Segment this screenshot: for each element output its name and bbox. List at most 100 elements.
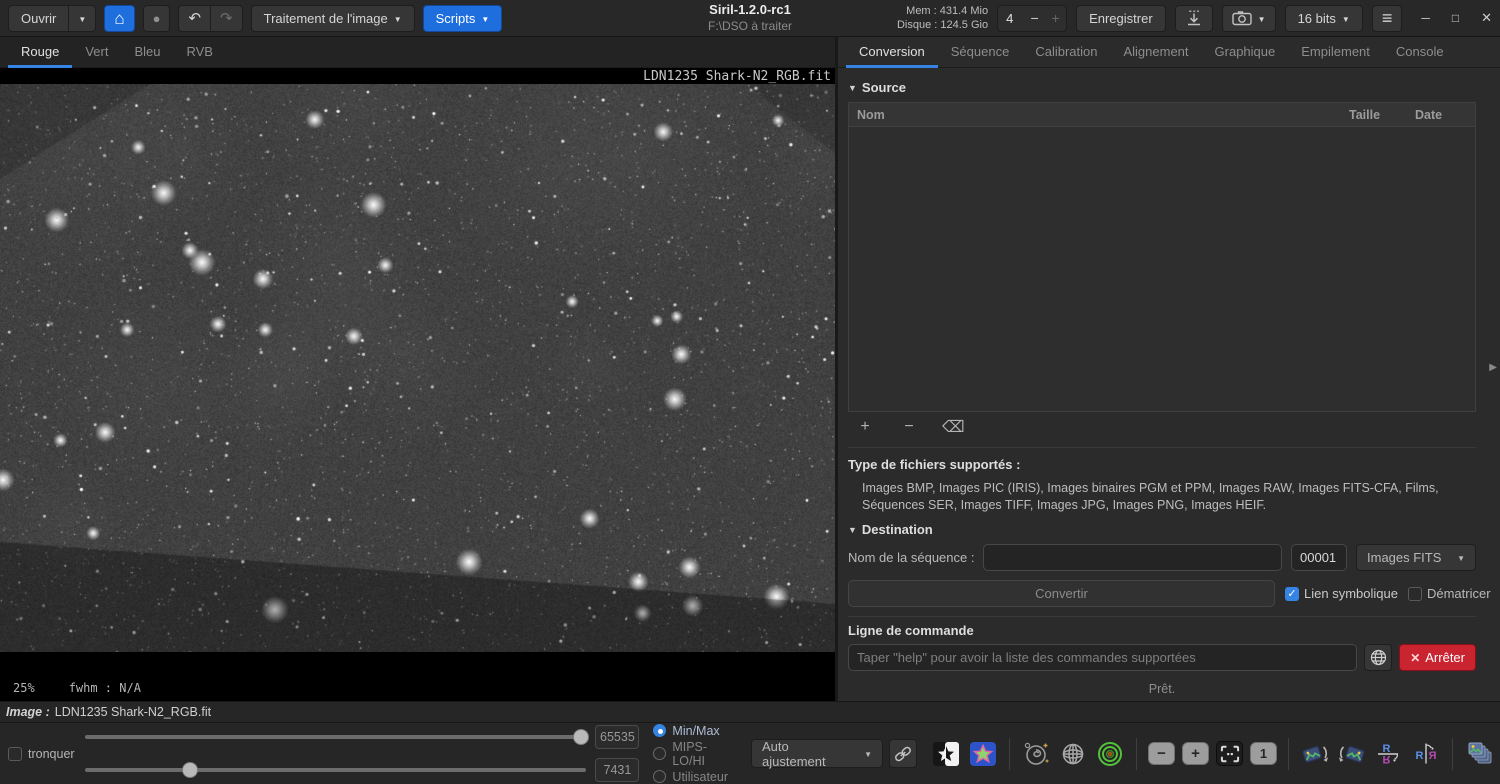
celestial-grid-button[interactable] xyxy=(1058,740,1088,768)
link-icon xyxy=(895,746,911,761)
sequence-frames-button[interactable] xyxy=(1464,740,1494,768)
sequence-name-input[interactable] xyxy=(983,544,1282,571)
zoom-1to1-button[interactable]: 1 xyxy=(1250,742,1277,765)
slider-handle[interactable] xyxy=(573,729,590,745)
photometry-button[interactable] xyxy=(1095,740,1125,768)
add-files-button[interactable]: + xyxy=(854,418,876,436)
tab-bleu[interactable]: Bleu xyxy=(121,37,173,68)
minus-icon[interactable]: − xyxy=(1024,10,1045,26)
threads-spinner[interactable]: − + xyxy=(997,4,1068,32)
stop-button[interactable]: ✕ Arrêter xyxy=(1399,644,1476,671)
column-date[interactable]: Date xyxy=(1415,108,1475,122)
panel-expand-arrow[interactable]: ▶ xyxy=(1489,362,1497,373)
svg-text:R: R xyxy=(1383,753,1391,765)
zoom-out-button[interactable]: − xyxy=(1148,742,1175,765)
low-level-slider[interactable] xyxy=(84,762,587,778)
start-index-input[interactable] xyxy=(1291,544,1347,571)
zoom-in-button[interactable]: + xyxy=(1182,742,1209,765)
tools-pane: Conversion Séquence Calibration Aligneme… xyxy=(838,37,1500,701)
truncate-checkbox[interactable]: tronquer xyxy=(8,746,75,761)
save-button[interactable]: Enregistrer xyxy=(1076,4,1166,32)
radio-minmax[interactable]: Min/Max xyxy=(653,724,739,738)
destination-expander[interactable]: ▼ Destination xyxy=(848,522,1476,537)
stretch-controls: Auto ajustement ▼ xyxy=(751,739,917,769)
output-format-dropdown[interactable]: Images FITS ▼ xyxy=(1356,544,1476,571)
tab-empilement[interactable]: Empilement xyxy=(1288,37,1383,68)
radio-utilisateur[interactable]: Utilisateur xyxy=(653,770,739,784)
negative-view-button[interactable] xyxy=(931,740,961,768)
undo-button[interactable]: ↶ xyxy=(178,4,211,32)
source-title: Source xyxy=(861,80,906,95)
starfield-image[interactable] xyxy=(0,84,835,652)
livestack-button[interactable]: ● xyxy=(142,4,171,32)
debayer-checkbox[interactable]: Dématricer xyxy=(1407,586,1491,601)
tab-sequence[interactable]: Séquence xyxy=(938,37,1023,68)
clear-list-button[interactable]: ⌫ xyxy=(942,417,965,437)
save-as-button[interactable] xyxy=(1174,4,1213,32)
chevron-down-icon: ▼ xyxy=(393,14,402,24)
home-button[interactable]: ⌂ xyxy=(104,4,135,32)
tab-console[interactable]: Console xyxy=(1383,37,1457,68)
tab-calibration[interactable]: Calibration xyxy=(1022,37,1110,68)
disk-info: Disque : 124.5 Gio xyxy=(896,19,989,31)
negative-view-icon xyxy=(933,741,959,766)
image-processing-menu[interactable]: Traitement de l'image ▼ xyxy=(250,4,415,32)
redo-button[interactable]: ↷ xyxy=(210,4,243,32)
high-level-value[interactable] xyxy=(595,725,640,749)
mirror-horizontal-button[interactable]: R R xyxy=(1411,740,1441,768)
low-level-value[interactable] xyxy=(595,758,640,782)
plus-icon[interactable]: + xyxy=(1045,10,1066,26)
header-bar: Ouvrir ▼ ⌂ ● ↶ ↷ Traitement de l'image ▼… xyxy=(0,0,1500,37)
astrometry-button[interactable] xyxy=(1021,740,1051,768)
fit-window-icon xyxy=(1220,745,1239,762)
command-input[interactable] xyxy=(848,644,1358,671)
mirror-vertical-button[interactable]: R R xyxy=(1374,740,1404,768)
file-list-body[interactable] xyxy=(849,127,1475,411)
symlink-checkbox[interactable]: ✓ Lien symbolique xyxy=(1285,586,1398,601)
symlink-label: Lien symbolique xyxy=(1304,586,1398,601)
divider xyxy=(848,447,1476,448)
bit-depth-dropdown[interactable]: 16 bits ▼ xyxy=(1284,4,1363,32)
autostretch-dropdown[interactable]: Auto ajustement ▼ xyxy=(751,739,883,769)
view-toolbar: − + 1 R R R R xyxy=(931,737,1494,770)
tab-conversion[interactable]: Conversion xyxy=(846,37,938,68)
open-button[interactable]: Ouvrir xyxy=(8,4,69,32)
snapshot-button[interactable]: ▼ xyxy=(1221,4,1276,32)
fit-to-window-button[interactable] xyxy=(1216,741,1243,766)
source-expander[interactable]: ▼ Source xyxy=(848,80,1476,95)
command-row: ✕ Arrêter xyxy=(848,644,1476,671)
tab-graphique[interactable]: Graphique xyxy=(1202,37,1289,68)
link-channels-button[interactable] xyxy=(889,739,917,768)
tab-label: Conversion xyxy=(859,43,925,59)
tab-rvb[interactable]: RVB xyxy=(173,37,226,68)
convert-button[interactable]: Convertir xyxy=(848,580,1275,607)
threads-input[interactable] xyxy=(998,10,1025,26)
radio-mips[interactable]: MIPS-LO/HI xyxy=(653,740,739,768)
command-help-button[interactable] xyxy=(1364,644,1393,671)
rotate-left-button[interactable] xyxy=(1300,740,1330,768)
remove-files-button[interactable]: − xyxy=(898,418,920,436)
debayer-label: Dématricer xyxy=(1426,586,1491,601)
tab-alignement[interactable]: Alignement xyxy=(1110,37,1201,68)
tab-rouge[interactable]: Rouge xyxy=(8,37,73,68)
tab-label: Graphique xyxy=(1214,43,1276,59)
globe-icon xyxy=(1370,649,1386,666)
minimize-button[interactable]: ─ xyxy=(1421,11,1430,25)
open-label: Ouvrir xyxy=(21,10,57,26)
high-level-slider[interactable] xyxy=(84,729,590,745)
scripts-menu[interactable]: Scripts ▼ xyxy=(422,4,503,32)
tab-vert[interactable]: Vert xyxy=(72,37,121,68)
hamburger-menu-button[interactable]: ≡ xyxy=(1371,4,1403,32)
tab-label: Console xyxy=(1395,43,1444,59)
open-recent-button[interactable]: ▼ xyxy=(68,4,97,32)
maximize-button[interactable]: □ xyxy=(1452,11,1459,25)
slider-handle[interactable] xyxy=(181,762,198,778)
close-button[interactable]: ✕ xyxy=(1481,10,1492,26)
rotate-right-button[interactable] xyxy=(1337,740,1367,768)
scripts-label: Scripts xyxy=(435,10,476,26)
column-nom[interactable]: Nom xyxy=(849,108,1349,122)
chevron-down-icon: ▼ xyxy=(864,750,872,759)
column-taille[interactable]: Taille xyxy=(1349,108,1415,122)
false-color-button[interactable] xyxy=(968,740,998,768)
image-viewport[interactable]: LDN1235 Shark-N2_RGB.fit 25% fwhm : N/A xyxy=(0,68,835,701)
